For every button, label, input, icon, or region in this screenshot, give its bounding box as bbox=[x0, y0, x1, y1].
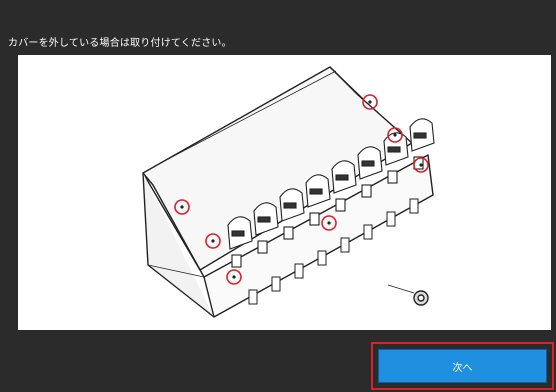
next-button[interactable]: 次へ bbox=[378, 349, 547, 383]
illustration-panel bbox=[18, 55, 551, 330]
instruction-text: カバーを外している場合は取り付けてください。 bbox=[8, 38, 232, 49]
next-button-label: 次へ bbox=[452, 362, 473, 374]
next-button-highlight: 次へ bbox=[371, 342, 554, 390]
machine-cover-illustration bbox=[142, 66, 435, 318]
